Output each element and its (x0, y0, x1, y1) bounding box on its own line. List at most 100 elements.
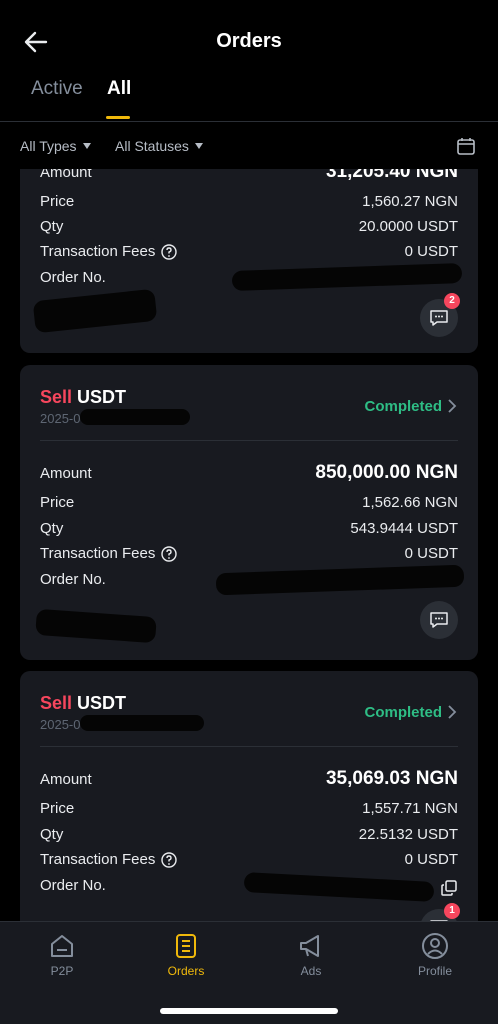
chevron-right-icon[interactable] (446, 703, 458, 721)
qty-value: 20.0000 USDT (358, 218, 458, 235)
orders-icon (176, 934, 196, 958)
chevron-right-icon[interactable] (446, 397, 458, 415)
fees-label: Transaction Fees (40, 243, 156, 260)
side-label: Sell (40, 693, 73, 713)
bottom-navigation: P2P Orders Ads Profile (0, 921, 498, 1024)
amount-label: Amount (40, 465, 92, 482)
nav-ads-label: Ads (300, 964, 322, 978)
fees-row: Transaction Fees 0 USDT (40, 243, 458, 265)
order-no-label: Order No. (40, 877, 106, 894)
status-filter-label: All Statuses (115, 138, 189, 154)
profile-icon (422, 933, 448, 959)
price-row: Price 1,560.27 NGN (40, 193, 458, 215)
home-indicator (160, 1008, 338, 1014)
amount-value: 31,205.40 NGN (325, 169, 458, 182)
info-icon[interactable] (161, 851, 178, 868)
chat-button[interactable] (420, 601, 458, 639)
tab-active[interactable]: Active (31, 78, 83, 100)
order-card-header: Sell USDT 2025-0 Completed (40, 671, 458, 747)
calendar-icon[interactable] (456, 136, 476, 156)
fees-label: Transaction Fees (40, 851, 156, 868)
order-list: Amount 31,205.40 NGN Price 1,560.27 NGN … (0, 169, 498, 921)
qty-row: Qty 543.9444 USDT (40, 520, 458, 542)
price-row: Price 1,557.71 NGN (40, 800, 458, 822)
amount-value: 850,000.00 NGN (315, 462, 458, 483)
order-side: Sell USDT (40, 693, 126, 714)
qty-row: Qty 22.5132 USDT (40, 826, 458, 848)
price-label: Price (40, 494, 75, 511)
amount-row: Amount 35,069.03 NGN (40, 768, 458, 793)
nav-p2p[interactable]: P2P (22, 932, 102, 978)
order-no-label: Order No. (40, 571, 106, 588)
info-icon[interactable] (161, 243, 178, 260)
nav-profile[interactable]: Profile (395, 932, 475, 978)
redaction-mark (80, 715, 204, 731)
unread-badge: 2 (444, 293, 460, 309)
amount-value: 35,069.03 NGN (325, 768, 458, 789)
order-card-header: Sell USDT 2025-0 Completed (40, 365, 458, 441)
redaction-mark (80, 409, 190, 425)
caret-down-icon (194, 143, 203, 149)
fees-label: Transaction Fees (40, 545, 156, 562)
fees-value: 0 USDT (404, 851, 458, 868)
amount-row: Amount 850,000.00 NGN (40, 462, 458, 487)
qty-label: Qty (40, 826, 64, 843)
price-value: 1,560.27 NGN (362, 193, 458, 210)
copy-icon[interactable] (440, 879, 458, 897)
status-badge[interactable]: Completed (364, 704, 442, 721)
nav-orders-label: Orders (167, 964, 205, 978)
order-card[interactable]: Sell USDT 2025-0 Completed Amount 35,069… (20, 671, 478, 921)
unread-badge: 1 (444, 903, 460, 919)
megaphone-icon (300, 935, 319, 957)
qty-label: Qty (40, 520, 64, 537)
chat-icon (430, 612, 448, 628)
order-card[interactable]: Amount 31,205.40 NGN Price 1,560.27 NGN … (20, 169, 478, 353)
chat-button[interactable]: 2 (420, 293, 460, 337)
order-tabs: Active All (0, 72, 498, 122)
nav-p2p-label: P2P (50, 964, 74, 978)
status-badge[interactable]: Completed (364, 398, 442, 415)
caret-down-icon (82, 143, 91, 149)
fees-row: Transaction Fees 0 USDT (40, 851, 458, 873)
chat-icon (430, 310, 448, 326)
tab-all[interactable]: All (107, 78, 131, 100)
amount-label: Amount (40, 771, 92, 788)
fees-row: Transaction Fees 0 USDT (40, 545, 458, 567)
page-title: Orders (216, 30, 282, 52)
order-side: Sell USDT (40, 387, 126, 408)
chat-button[interactable]: 1 (420, 903, 460, 921)
order-no-label: Order No. (40, 269, 106, 286)
nav-orders[interactable]: Orders (146, 932, 226, 978)
amount-row: Amount 31,205.40 NGN (40, 169, 458, 186)
qty-row: Qty 20.0000 USDT (40, 218, 458, 240)
price-row: Price 1,562.66 NGN (40, 494, 458, 516)
qty-value: 22.5132 USDT (358, 826, 458, 843)
tab-active-indicator (106, 116, 130, 119)
p2p-icon (51, 935, 73, 957)
type-filter-label: All Types (20, 138, 77, 154)
qty-value: 543.9444 USDT (350, 520, 458, 537)
price-value: 1,562.66 NGN (362, 494, 458, 511)
filter-bar: All Types All Statuses (0, 123, 498, 169)
asset-label: USDT (77, 693, 127, 713)
fees-value: 0 USDT (404, 545, 458, 562)
nav-ads[interactable]: Ads (271, 932, 351, 978)
nav-profile-label: Profile (417, 964, 452, 978)
side-label: Sell (40, 387, 73, 407)
fees-value: 0 USDT (404, 243, 458, 260)
qty-label: Qty (40, 218, 64, 235)
price-value: 1,557.71 NGN (362, 800, 458, 817)
price-label: Price (40, 193, 75, 210)
amount-label: Amount (40, 169, 92, 181)
order-card[interactable]: Sell USDT 2025-0 Completed Amount 850,00… (20, 365, 478, 660)
redaction-mark (35, 608, 157, 644)
order-date: 2025-0 (40, 717, 81, 732)
type-filter[interactable]: All Types (20, 138, 91, 154)
info-icon[interactable] (161, 545, 178, 562)
top-bar: Orders (0, 0, 498, 70)
redaction-mark (32, 288, 158, 334)
order-date: 2025-0 (40, 411, 81, 426)
price-label: Price (40, 800, 75, 817)
status-filter[interactable]: All Statuses (115, 138, 203, 154)
asset-label: USDT (77, 387, 127, 407)
